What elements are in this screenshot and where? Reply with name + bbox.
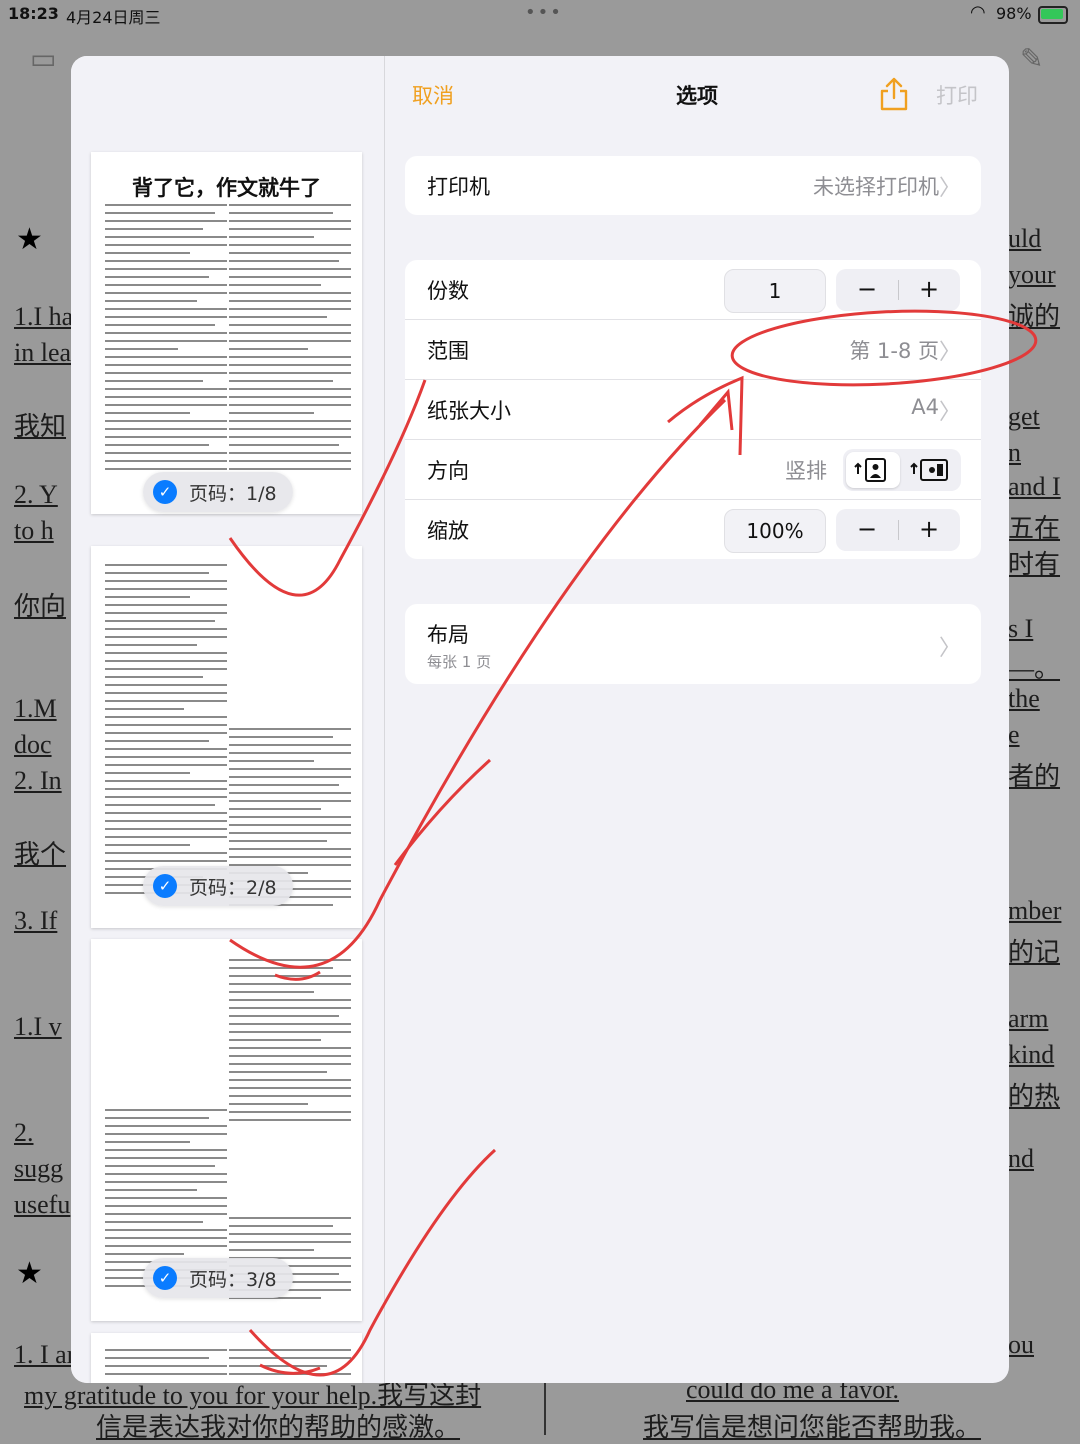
multitask-dots-icon[interactable]: ••• [525,2,563,23]
printer-label: 打印机 [427,175,490,199]
page-badge-3[interactable]: ✓ 页码：3/8 [143,1258,293,1298]
paper-size-row[interactable]: 纸张大小 A4 〉 [405,380,981,440]
orientation-value: 竖排 [785,459,827,483]
print-options-sheet: 背了它，作文就牛了 ✓ 页码：1/8 ✓ 页码：2/8 ✓ 页码：3/8 取消 … [71,56,1009,1383]
print-button[interactable]: 打印 [936,80,978,110]
sidebar-toggle-icon[interactable]: ▭ [30,42,56,75]
copies-stepper: − + [836,269,960,311]
landscape-orientation-button[interactable] [904,452,958,488]
copies-row: 份数 1 − + [405,260,981,320]
portrait-orientation-button[interactable] [846,452,900,488]
copies-input[interactable]: 1 [724,269,826,313]
chevron-right-icon: 〉 [938,340,961,365]
share-icon[interactable] [879,76,909,112]
copies-label: 份数 [427,279,469,303]
portrait-orientation-icon [854,458,886,482]
scale-stepper: − + [836,509,960,551]
printer-card: 打印机 未选择打印机 〉 [405,156,981,215]
background-right-text: uld your 诚的 get n and I 五在 时有 s I —。 the… [1008,224,1062,1359]
status-bar: 18:23 4月24日周三 ••• ◠ 98% [0,0,1080,30]
range-row[interactable]: 范围 第 1-8 页 〉 [405,320,981,380]
checkmark-icon: ✓ [153,480,177,504]
star-icon: ★ [16,222,43,257]
print-settings-card: 份数 1 − + 范围 第 1-8 页 〉 纸张大小 A4 〉 方向 竖排 缩放… [405,260,981,559]
scale-row: 缩放 100% − + [405,500,981,559]
status-time: 18:23 [8,4,59,23]
range-label: 范围 [427,339,469,363]
orientation-row: 方向 竖排 [405,440,981,500]
layout-sub: 每张 1 页 [427,653,492,671]
layout-row[interactable]: 布局 每张 1 页 〉 [405,604,981,684]
orientation-label: 方向 [427,459,469,483]
preview-page-1[interactable]: 背了它，作文就牛了 [91,152,362,514]
copies-increment-button[interactable]: + [898,269,960,311]
page-badge-1[interactable]: ✓ 页码：1/8 [143,472,293,512]
printer-row[interactable]: 打印机 未选择打印机 〉 [405,156,981,215]
copies-decrement-button[interactable]: − [836,269,898,311]
preview-page-title: 背了它，作文就牛了 [132,176,321,200]
checkmark-icon: ✓ [153,874,177,898]
chevron-right-icon: 〉 [938,176,961,201]
range-value: 第 1-8 页 [849,339,939,363]
scale-label: 缩放 [427,519,469,543]
battery-percent: 98% [996,4,1032,23]
compose-icon[interactable]: ✎ [1020,42,1043,75]
chevron-right-icon: 〉 [938,400,961,425]
page-preview-panel[interactable]: 背了它，作文就牛了 ✓ 页码：1/8 ✓ 页码：2/8 ✓ 页码：3/8 [71,56,385,1383]
printer-value: 未选择打印机 [813,175,939,199]
scale-input[interactable]: 100% [724,509,826,553]
wifi-icon: ◠ [970,2,986,23]
checkmark-icon: ✓ [153,1266,177,1290]
status-date: 4月24日周三 [66,8,161,27]
layout-label: 布局 [427,623,469,647]
scale-decrement-button[interactable]: − [836,509,898,551]
paper-size-label: 纸张大小 [427,399,511,423]
chevron-right-icon: 〉 [938,636,961,661]
star-icon: ★ [16,1256,43,1291]
options-nav-bar: 取消 选项 打印 [385,56,1009,136]
battery-icon [1038,6,1068,24]
paper-size-value: A4 [911,395,939,419]
options-title: 选项 [676,84,718,108]
scale-increment-button[interactable]: + [898,509,960,551]
page-badge-2[interactable]: ✓ 页码：2/8 [143,866,293,906]
background-bottom-text: my gratitude to you for your help.我写这封 信… [24,1375,982,1443]
orientation-segmented-control [843,449,961,491]
preview-page-4[interactable] [91,1333,362,1383]
landscape-orientation-icon [910,459,948,481]
options-panel: 取消 选项 打印 打印机 未选择打印机 〉 份数 1 − + 范围 第 1-8 … [385,56,1009,1383]
layout-card: 布局 每张 1 页 〉 [405,604,981,684]
